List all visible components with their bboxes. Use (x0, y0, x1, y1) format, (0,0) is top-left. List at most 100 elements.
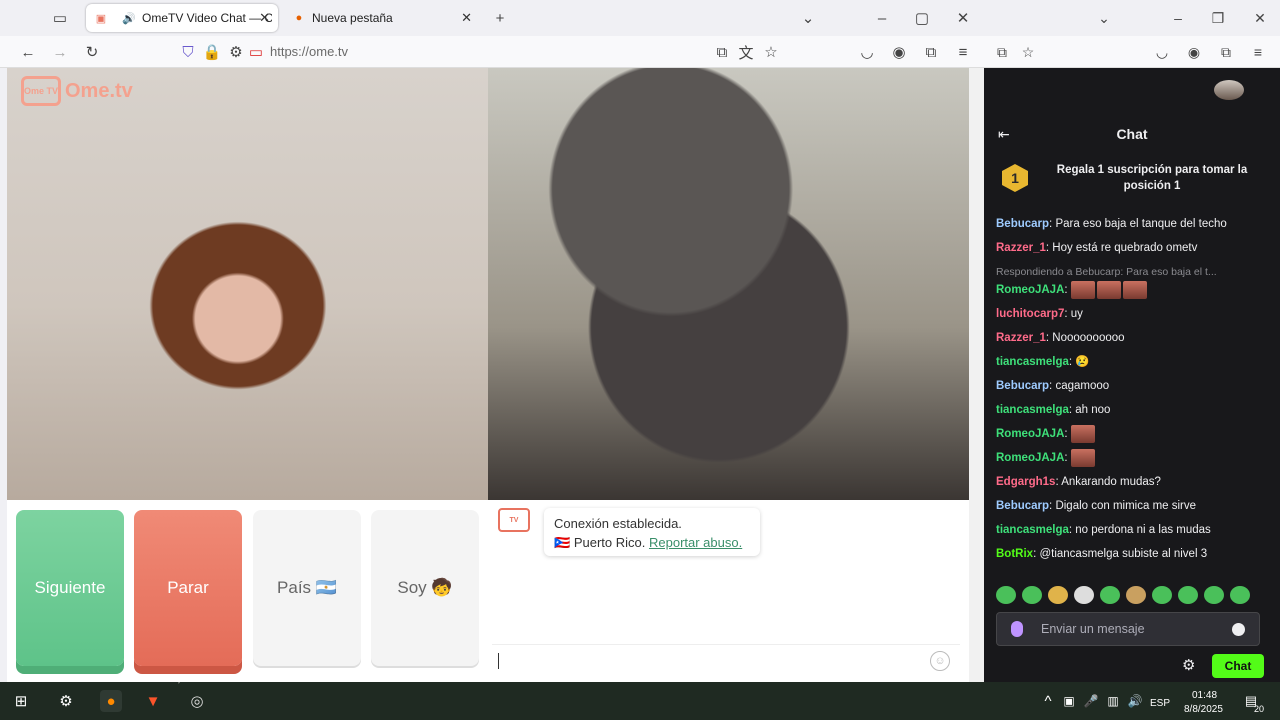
emote-icon[interactable] (996, 586, 1016, 604)
microphone-icon[interactable] (1011, 621, 1023, 637)
network-icon[interactable]: ▥ (1102, 690, 1124, 712)
tab-close-icon[interactable]: ✕ (259, 10, 270, 26)
clock-date[interactable]: 8/8/2025 (1184, 704, 1223, 715)
camera-icon[interactable]: ▭ (244, 40, 268, 64)
country-button[interactable]: País 🇦🇷 (253, 510, 361, 666)
emote-image[interactable] (1070, 424, 1095, 443)
chat-username[interactable]: luchitocarp7 (996, 308, 1064, 320)
language-indicator[interactable]: ESP (1150, 698, 1170, 709)
emote-icon[interactable] (1022, 586, 1042, 604)
emote-image[interactable] (1096, 280, 1121, 299)
account-icon[interactable]: ◉ (887, 40, 911, 64)
emoji-icon[interactable]: ☺ (930, 651, 950, 671)
url-field[interactable]: https://ome.tv (270, 44, 348, 59)
translate-icon[interactable]: 文 (734, 40, 758, 64)
menu-icon[interactable]: ≡ (1246, 40, 1270, 64)
emote-image[interactable] (1122, 280, 1147, 299)
chat-text: @tiancasmelga subiste al nivel 3 (1039, 548, 1208, 560)
chat-username[interactable]: tiancasmelga (996, 524, 1069, 536)
chat-username[interactable]: tiancasmelga (996, 404, 1069, 416)
emote-icon[interactable] (1204, 586, 1224, 604)
report-abuse-link[interactable]: Reportar abuso. (649, 535, 742, 550)
emote-image[interactable] (1070, 448, 1095, 467)
speaker-icon[interactable]: 🔊 (122, 11, 136, 25)
obs-taskbar-icon[interactable]: ◎ (186, 690, 208, 712)
chat-username[interactable]: Bebucarp (996, 500, 1049, 512)
restore-icon[interactable]: ❐ (1206, 6, 1230, 30)
firefox-taskbar-icon[interactable]: ● (100, 690, 122, 712)
gender-button[interactable]: Soy 🧒 (371, 510, 479, 666)
shield-icon[interactable]: ⛉ (176, 40, 200, 64)
close-window-icon[interactable]: ✕ (1248, 6, 1272, 30)
chat-message-list: Bebucarp: Para eso baja el tanque del te… (996, 212, 1266, 566)
tray-expand-icon[interactable]: ^ (1037, 690, 1059, 712)
window2-navbar: ⧉ ☆ ◡ ◉ ⧉ ≡ (984, 36, 1280, 68)
chat-username[interactable]: RomeoJAJA (996, 428, 1064, 440)
send-chat-button[interactable]: Chat (1212, 654, 1264, 678)
extensions-icon[interactable]: ⧉ (919, 40, 943, 64)
emote-icon[interactable] (1100, 586, 1120, 604)
maximize-icon[interactable]: ▢ (910, 6, 934, 30)
forward-icon[interactable]: → (48, 40, 72, 64)
pocket-icon[interactable]: ◡ (855, 40, 879, 64)
emote-icon[interactable] (1048, 586, 1068, 604)
windows-start-icon[interactable]: ⊞ (10, 690, 32, 712)
lock-icon[interactable]: 🔒 (200, 40, 224, 64)
pocket-icon[interactable]: ◡ (1150, 40, 1174, 64)
extensions-icon[interactable]: ⧉ (1214, 40, 1238, 64)
picture-in-picture-icon[interactable]: ⧉ (990, 40, 1014, 64)
chat-username[interactable]: RomeoJAJA (996, 452, 1064, 464)
chat-message: RomeoJAJA: (996, 422, 1266, 446)
emote-image[interactable] (1070, 280, 1095, 299)
account-icon[interactable]: ◉ (1182, 40, 1206, 64)
chat-username[interactable]: Edgargh1s (996, 476, 1055, 488)
tab-ometv[interactable]: ▣ 🔊 OmeTV Video Chat — Ome ✕ (86, 4, 278, 32)
tab-close-icon[interactable]: ✕ (461, 10, 472, 26)
chat-username[interactable]: Razzer_1 (996, 242, 1046, 254)
emote-icon[interactable] (1074, 586, 1094, 604)
bookmark-star-icon[interactable]: ☆ (1016, 40, 1040, 64)
chevron-down-icon[interactable]: ⌄ (796, 6, 820, 30)
bookmark-star-icon[interactable]: ☆ (759, 40, 783, 64)
picture-in-picture-icon[interactable]: ⧉ (710, 40, 734, 64)
camera-tray-icon[interactable]: ▣ (1058, 690, 1080, 712)
chat-username[interactable]: Bebucarp (996, 380, 1049, 392)
emoji-picker-icon[interactable] (1232, 623, 1245, 636)
back-icon[interactable]: ← (16, 40, 40, 64)
chat-message-input[interactable]: Enviar un mensaje (996, 612, 1260, 646)
reload-icon[interactable]: ↻ (80, 40, 104, 64)
tab-new-tab[interactable]: ● Nueva pestaña ✕ (284, 4, 480, 32)
tab-list-icon[interactable]: ▭ (48, 6, 72, 30)
stop-button[interactable]: Parar (134, 510, 242, 666)
clock-time[interactable]: 01:48 (1192, 690, 1217, 701)
chat-username[interactable]: Bebucarp (996, 218, 1049, 230)
reply-context[interactable]: Respondiendo a Bebucarp: Para eso baja e… (996, 266, 1266, 278)
volume-icon[interactable]: 🔊 (1124, 690, 1146, 712)
country-button-label: País (277, 578, 312, 597)
gift-sub-banner[interactable]: Regala 1 suscripción para tomar la posic… (1040, 162, 1264, 194)
menu-icon[interactable]: ≡ (951, 40, 975, 64)
emote-icon[interactable] (1178, 586, 1198, 604)
chat-username[interactable]: BotRix (996, 548, 1033, 560)
emote-icon[interactable] (1152, 586, 1172, 604)
chevron-down-icon[interactable]: ⌄ (1092, 6, 1116, 30)
microphone-tray-icon[interactable]: 🎤 (1080, 690, 1102, 712)
minimize-icon[interactable]: – (870, 6, 894, 30)
chat-username[interactable]: tiancasmelga (996, 356, 1069, 368)
settings-gear-icon[interactable]: ⚙ (55, 690, 77, 712)
next-button[interactable]: Siguiente (16, 510, 124, 666)
username-separator: : (1064, 452, 1071, 464)
message-input[interactable]: ☺ (492, 644, 960, 676)
chat-settings-gear-icon[interactable]: ⚙ (1182, 656, 1195, 674)
new-tab-icon[interactable]: + (488, 6, 512, 30)
emote-icon[interactable] (1230, 586, 1250, 604)
chat-username[interactable]: RomeoJAJA (996, 284, 1064, 296)
minimize-icon[interactable]: – (1166, 6, 1190, 30)
chat-message: tiancasmelga: no perdona ni a las mudas (996, 518, 1266, 542)
chat-username[interactable]: Razzer_1 (996, 332, 1046, 344)
emote-icon[interactable] (1126, 586, 1146, 604)
brave-taskbar-icon[interactable]: ▼ (142, 690, 164, 712)
close-window-icon[interactable]: ✕ (951, 6, 975, 30)
avatar[interactable] (1214, 80, 1244, 100)
page-scrollbar[interactable] (969, 68, 984, 682)
